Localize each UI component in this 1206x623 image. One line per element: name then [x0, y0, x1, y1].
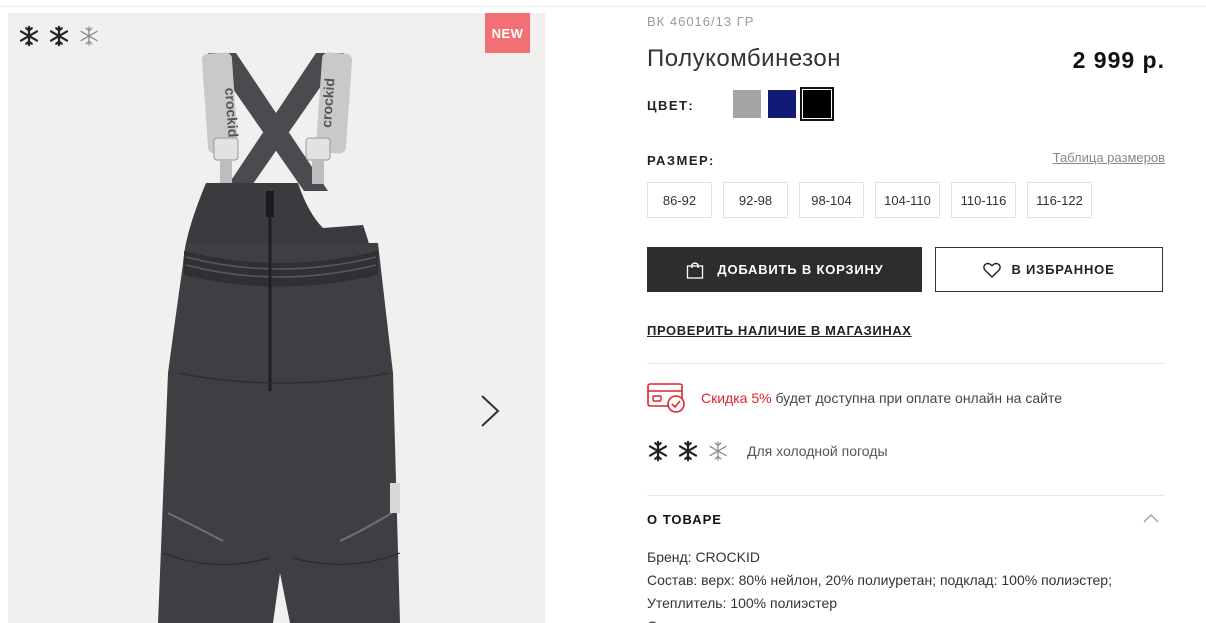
product-title: Полукомбинезон	[647, 45, 841, 72]
detail-insulation: Утеплитель: 100% полиэстер	[647, 595, 838, 611]
size-option[interactable]: 104-110	[875, 182, 940, 218]
detail-composition: Состав: верх: 80% нейлон, 20% полиуретан…	[647, 572, 1112, 588]
size-options: 86-92 92-98 98-104 104-110 110-116 116-1…	[647, 182, 1092, 218]
snowflake-icon	[49, 25, 69, 47]
about-product-details: Бренд: CROCKID Состав: верх: 80% нейлон,…	[647, 546, 1112, 623]
color-swatch-gray[interactable]	[733, 90, 761, 118]
color-swatch-navy[interactable]	[768, 90, 796, 118]
color-label: ЦВЕТ:	[647, 98, 695, 113]
size-option[interactable]: 116-122	[1027, 182, 1092, 218]
discount-description: будет доступна при оплате онлайн на сайт…	[771, 390, 1063, 406]
shopping-bag-icon	[687, 261, 704, 279]
divider	[647, 363, 1165, 364]
color-swatch-black[interactable]	[800, 87, 834, 121]
chevron-up-icon[interactable]	[1143, 512, 1159, 524]
discount-text: Скидка 5% будет доступна при оплате онла…	[701, 390, 1062, 406]
snowflake-outline-icon	[709, 441, 727, 461]
product-article: ВК 46016/13 ГР	[647, 14, 755, 29]
discount-highlight: Скидка 5%	[701, 390, 772, 406]
top-divider	[0, 6, 1206, 7]
divider	[647, 495, 1165, 496]
add-to-favorites-label: В ИЗБРАННОЕ	[1011, 262, 1115, 277]
color-swatches	[733, 87, 834, 121]
add-to-cart-label: ДОБАВИТЬ В КОРЗИНУ	[717, 262, 884, 277]
size-table-link[interactable]: Таблица размеров	[1053, 150, 1165, 165]
add-to-cart-button[interactable]: ДОБАВИТЬ В КОРЗИНУ	[647, 247, 922, 292]
detail-brand: Бренд: CROCKID	[647, 549, 760, 565]
snowflake-icon	[648, 440, 668, 462]
credit-card-check-icon	[647, 383, 685, 413]
detail-season: Сезон: весна-лето	[647, 615, 1112, 623]
product-gallery[interactable]: crockid crockid NEW	[8, 13, 545, 623]
snowflake-icon	[678, 440, 698, 462]
new-badge: NEW	[485, 13, 530, 53]
weather-info: Для холодной погоды	[647, 440, 888, 462]
check-store-availability-link[interactable]: ПРОВЕРИТЬ НАЛИЧИЕ В МАГАЗИНАХ	[647, 323, 912, 338]
about-product-title[interactable]: О ТОВАРЕ	[647, 512, 722, 527]
weather-text: Для холодной погоды	[747, 443, 888, 459]
product-price: 2 999 р.	[1072, 47, 1165, 73]
snowflake-icon	[19, 25, 39, 47]
snowflake-outline-icon	[80, 26, 98, 46]
size-option[interactable]: 92-98	[723, 182, 788, 218]
heart-icon	[983, 262, 1002, 278]
online-discount-info: Скидка 5% будет доступна при оплате онла…	[647, 382, 1062, 414]
size-option[interactable]: 98-104	[799, 182, 864, 218]
size-option[interactable]: 86-92	[647, 182, 712, 218]
product-photo: crockid crockid	[158, 52, 401, 623]
cold-weather-rating	[647, 440, 729, 462]
size-label: РАЗМЕР:	[647, 153, 715, 168]
cold-weather-rating	[18, 25, 100, 47]
size-option[interactable]: 110-116	[951, 182, 1016, 218]
chevron-right-icon[interactable]	[478, 393, 502, 429]
add-to-favorites-button[interactable]: В ИЗБРАННОЕ	[935, 247, 1163, 292]
